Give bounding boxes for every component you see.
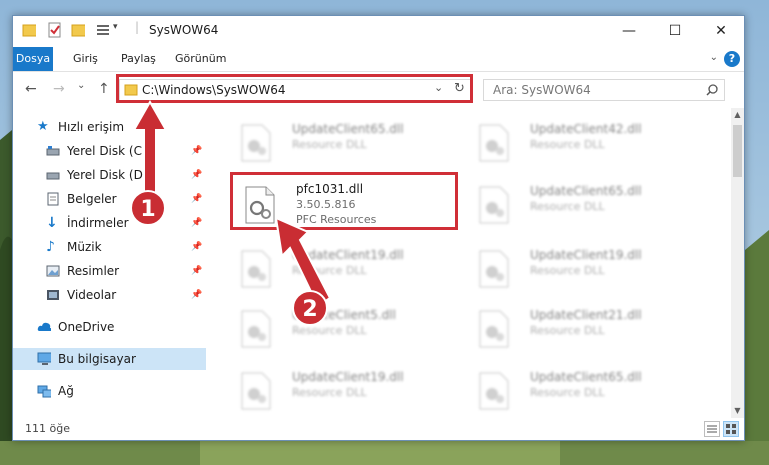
sidebar-item-onedrive[interactable]: OneDrive	[13, 316, 206, 338]
pin-icon: 📌	[191, 170, 203, 180]
step-marker-1: 1	[130, 190, 166, 226]
maximize-button[interactable]: ☐	[652, 16, 698, 46]
pin-icon: 📌	[191, 146, 203, 156]
sidebar-item-music[interactable]: ♪ Müzik 📌	[13, 236, 206, 258]
sidebar-item-this-pc[interactable]: Bu bilgisayar	[13, 348, 206, 370]
computer-icon	[37, 352, 51, 365]
dll-file-icon	[479, 250, 509, 288]
file-highlight	[230, 172, 458, 230]
tab-share[interactable]: Paylaş	[111, 47, 166, 71]
sidebar-item-documents[interactable]: Belgeler 📌	[13, 188, 206, 210]
file-tile[interactable]: UpdateClient65.dll Resource DLL	[228, 116, 466, 168]
dll-file-icon	[479, 310, 509, 348]
minimize-button[interactable]: —	[606, 16, 652, 46]
tab-file[interactable]: Dosya	[13, 47, 53, 71]
chevron-down-icon[interactable]: ⌄	[710, 52, 718, 63]
drive-icon	[46, 172, 60, 180]
vertical-scrollbar[interactable]: ▲ ▼	[731, 108, 744, 418]
music-icon: ♪	[46, 239, 55, 255]
new-folder-icon[interactable]	[71, 22, 85, 38]
dll-file-icon	[479, 186, 509, 224]
tab-view[interactable]: Görünüm	[165, 47, 236, 71]
drive-icon	[46, 146, 60, 156]
step-marker-2: 2	[292, 290, 328, 326]
cloud-icon	[37, 322, 51, 331]
folder-icon	[22, 24, 36, 37]
scroll-up-icon[interactable]: ▲	[731, 108, 744, 121]
pin-icon: 📌	[191, 218, 203, 228]
help-icon[interactable]: ?	[724, 51, 740, 67]
file-tile[interactable]: UpdateClient5.dll Resource DLL	[228, 302, 466, 354]
details-view-button[interactable]	[704, 421, 720, 437]
video-icon	[47, 290, 59, 300]
details-view-icon	[707, 425, 717, 433]
sidebar-item-downloads[interactable]: ↓ İndirmeler 📌	[13, 212, 206, 234]
sidebar-item-local-disk-d[interactable]: Yerel Disk (D:) 📌	[13, 164, 206, 186]
dll-file-icon	[479, 372, 509, 410]
navigation-pane: ★ Hızlı erişim Yerel Disk (C:) 📌 Yerel D…	[13, 108, 206, 416]
pin-icon: 📌	[191, 194, 203, 204]
tiles-view-button[interactable]	[723, 421, 739, 437]
file-tile[interactable]: UpdateClient65.dll Resource DLL	[466, 364, 704, 416]
close-button[interactable]: ✕	[698, 16, 744, 46]
file-tile[interactable]: UpdateClient19.dll Resource DLL	[228, 364, 466, 416]
dll-file-icon	[479, 124, 509, 162]
title-bar: ▾ | SysWOW64 — ☐ ✕	[13, 16, 744, 46]
star-icon: ★	[37, 119, 49, 134]
back-button[interactable]: ←	[25, 81, 37, 97]
pin-icon: 📌	[191, 242, 203, 252]
dll-file-icon	[241, 124, 271, 162]
scroll-down-icon[interactable]: ▼	[731, 404, 744, 417]
dll-file-icon	[241, 310, 271, 348]
dll-file-icon	[241, 372, 271, 410]
sidebar-item-pictures[interactable]: Resimler 📌	[13, 260, 206, 282]
file-tile[interactable]: UpdateClient65.dll Resource DLL	[466, 178, 704, 230]
file-tile[interactable]: UpdateClient19.dll Resource DLL	[228, 242, 466, 294]
status-bar: 111 öğe	[13, 418, 744, 440]
document-icon	[47, 192, 59, 206]
recent-locations-button[interactable]: ⌄	[77, 80, 85, 91]
network-icon	[37, 385, 51, 398]
forward-button[interactable]: →	[53, 81, 65, 97]
sidebar-item-quick-access[interactable]: ★ Hızlı erişim	[13, 116, 206, 138]
customize-icon[interactable]	[95, 22, 109, 38]
properties-icon[interactable]	[47, 22, 61, 38]
item-count: 111 öğe	[25, 422, 70, 435]
chevron-down-icon[interactable]: ▾	[113, 22, 118, 32]
search-icon[interactable]	[706, 84, 718, 96]
file-tile[interactable]: UpdateClient19.dll Resource DLL	[466, 242, 704, 294]
ribbon-tabs: Dosya Giriş Paylaş Görünüm ⌄ ?	[13, 47, 744, 72]
window-title: SysWOW64	[149, 23, 219, 37]
address-bar-highlight	[116, 74, 473, 103]
up-button[interactable]: ↑	[98, 81, 110, 97]
file-tile[interactable]: UpdateClient21.dll Resource DLL	[466, 302, 704, 354]
separator: |	[135, 20, 140, 34]
pin-icon: 📌	[191, 290, 203, 300]
tiles-view-icon	[726, 424, 736, 434]
pin-icon: 📌	[191, 266, 203, 276]
download-icon: ↓	[46, 215, 58, 231]
search-input[interactable]: Ara: SysWOW64	[493, 83, 591, 97]
pictures-icon	[46, 265, 60, 277]
search-box[interactable]: Ara: SysWOW64	[483, 79, 725, 101]
scroll-thumb[interactable]	[733, 125, 742, 177]
sidebar-item-videos[interactable]: Videolar 📌	[13, 284, 206, 306]
tab-home[interactable]: Giriş	[63, 47, 108, 71]
sidebar-item-network[interactable]: Ağ	[13, 380, 206, 402]
file-tile[interactable]: UpdateClient42.dll Resource DLL	[466, 116, 704, 168]
sidebar-item-local-disk-c[interactable]: Yerel Disk (C:) 📌	[13, 140, 206, 162]
